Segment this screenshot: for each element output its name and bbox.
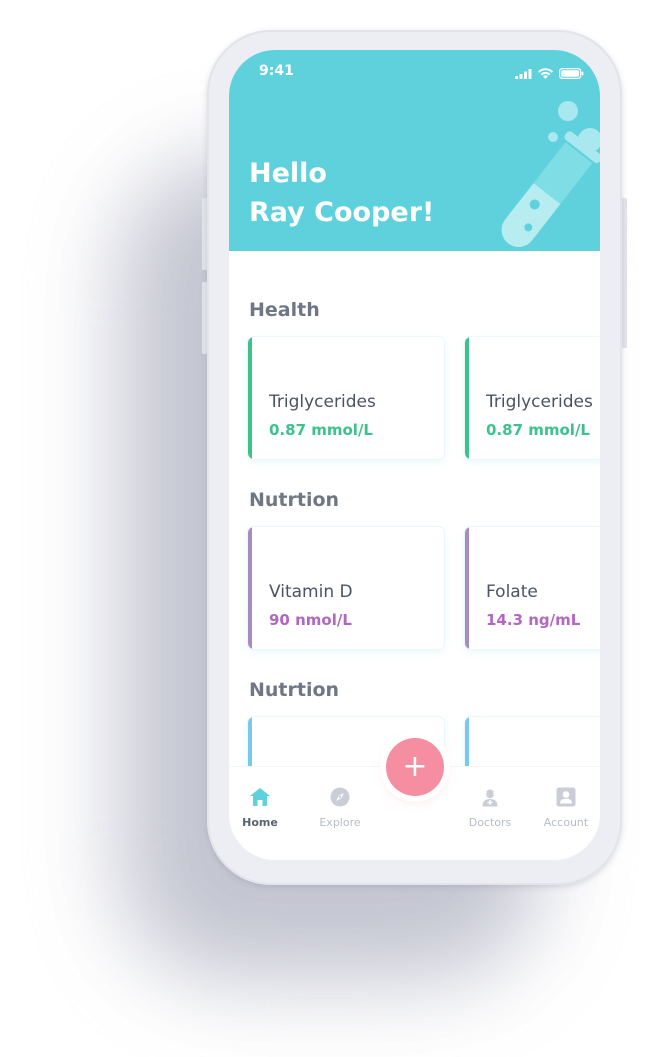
account-icon [556, 787, 576, 807]
metric-name: Triglycerides [486, 392, 593, 412]
tab-doctors[interactable]: Doctors [455, 787, 525, 829]
card-accent-bar [465, 527, 469, 649]
metric-value: 14.3 ng/mL [486, 611, 581, 629]
metric-card[interactable]: Vitamin D 90 nmol/L [248, 527, 444, 649]
greeting-line-1: Hello [249, 158, 327, 189]
greeting: Hello Ray Cooper! [249, 154, 434, 232]
card-accent-bar [465, 337, 469, 459]
compass-icon [330, 787, 350, 807]
card-accent-bar [248, 527, 252, 649]
metric-value: 0.87 mmol/L [269, 421, 373, 439]
metric-name: Vitamin D [269, 582, 353, 602]
section-title-health: Health [249, 299, 320, 321]
tab-label: Doctors [468, 816, 512, 829]
section-title-nutrition: Nutrtion [249, 489, 340, 511]
test-tube-icon [501, 101, 600, 247]
tab-label: Account [543, 816, 589, 829]
tab-label: Explore [319, 816, 361, 829]
metric-card[interactable]: Triglycerides 0.87 mmol/L [465, 337, 600, 459]
doctor-icon [482, 789, 498, 807]
greeting-user-name: Ray Cooper! [249, 197, 435, 228]
status-time: 9:41 [259, 63, 294, 79]
metric-value: 0.87 mmol/L [486, 421, 590, 439]
header-banner: 9:41 Hello Ray Cooper! [229, 50, 600, 251]
metric-value: 90 nmol/L [269, 611, 352, 629]
metric-name: Triglycerides [269, 392, 376, 412]
tab-explore[interactable]: Explore [305, 787, 375, 829]
add-button[interactable]: + [386, 738, 444, 796]
tab-home[interactable]: Home [229, 787, 295, 829]
section-title-nutrition-2: Nutrtion [249, 679, 340, 701]
status-icons [515, 64, 584, 83]
app-screen: 9:41 Hello Ray Cooper! Health Triglyceri… [229, 50, 600, 860]
card-accent-bar [248, 337, 252, 459]
signal-icon [515, 64, 532, 83]
tab-label: Home [242, 816, 278, 829]
wifi-icon [538, 64, 553, 83]
battery-icon [559, 64, 584, 83]
metric-card[interactable]: Folate 14.3 ng/mL [465, 527, 600, 649]
metric-name: Folate [486, 582, 538, 602]
home-icon [250, 788, 270, 806]
mockup-stage: 9:41 Hello Ray Cooper! Health Triglyceri… [0, 0, 659, 1057]
metric-card[interactable]: Triglycerides 0.87 mmol/L [248, 337, 444, 459]
tab-account[interactable]: Account [531, 787, 600, 829]
